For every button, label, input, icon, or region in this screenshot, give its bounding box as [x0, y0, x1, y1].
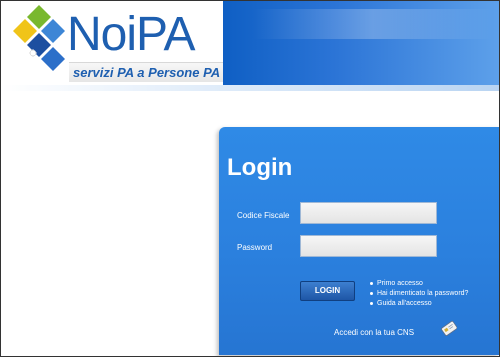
- header-banner: [223, 1, 499, 85]
- logo-title: NoiPA: [67, 8, 195, 61]
- logo-mark-icon: [13, 5, 65, 71]
- link-forgot-password[interactable]: Hai dimenticato la password?: [370, 289, 468, 299]
- site-header: NoiPA servizi PA a Persone PA: [1, 1, 499, 91]
- link-guida-accesso-label: Guida all'accesso: [377, 300, 432, 307]
- codice-fiscale-input[interactable]: [300, 202, 437, 224]
- login-button[interactable]: LOGIN: [300, 281, 355, 301]
- help-links: Primo accesso Hai dimenticato la passwor…: [370, 279, 468, 309]
- logo-tagline: servizi PA a Persone PA: [69, 62, 223, 82]
- link-guida-accesso[interactable]: Guida all'accesso: [370, 299, 468, 309]
- password-input[interactable]: [300, 235, 437, 257]
- link-primo-accesso[interactable]: Primo accesso: [370, 279, 468, 289]
- page-frame: NoiPA servizi PA a Persone PA Login Codi…: [0, 0, 500, 357]
- link-primo-accesso-label: Primo accesso: [377, 280, 423, 287]
- login-title: Login: [227, 154, 293, 181]
- password-label: Password: [237, 243, 273, 252]
- login-panel: Login Codice Fiscale Password LOGIN Prim…: [219, 127, 499, 355]
- codice-fiscale-label: Codice Fiscale: [237, 211, 290, 220]
- link-forgot-password-label: Hai dimenticato la password?: [377, 290, 469, 297]
- header-divider: [1, 85, 499, 91]
- cns-login-link[interactable]: Accedi con la tua CNS: [334, 328, 414, 337]
- bullet-icon: [370, 291, 373, 295]
- bullet-icon: [370, 301, 373, 305]
- bullet-icon: [370, 281, 373, 285]
- smart-card-icon[interactable]: [441, 320, 457, 336]
- header-banner-glow: [253, 9, 493, 39]
- logo[interactable]: NoiPA servizi PA a Persone PA: [1, 1, 223, 91]
